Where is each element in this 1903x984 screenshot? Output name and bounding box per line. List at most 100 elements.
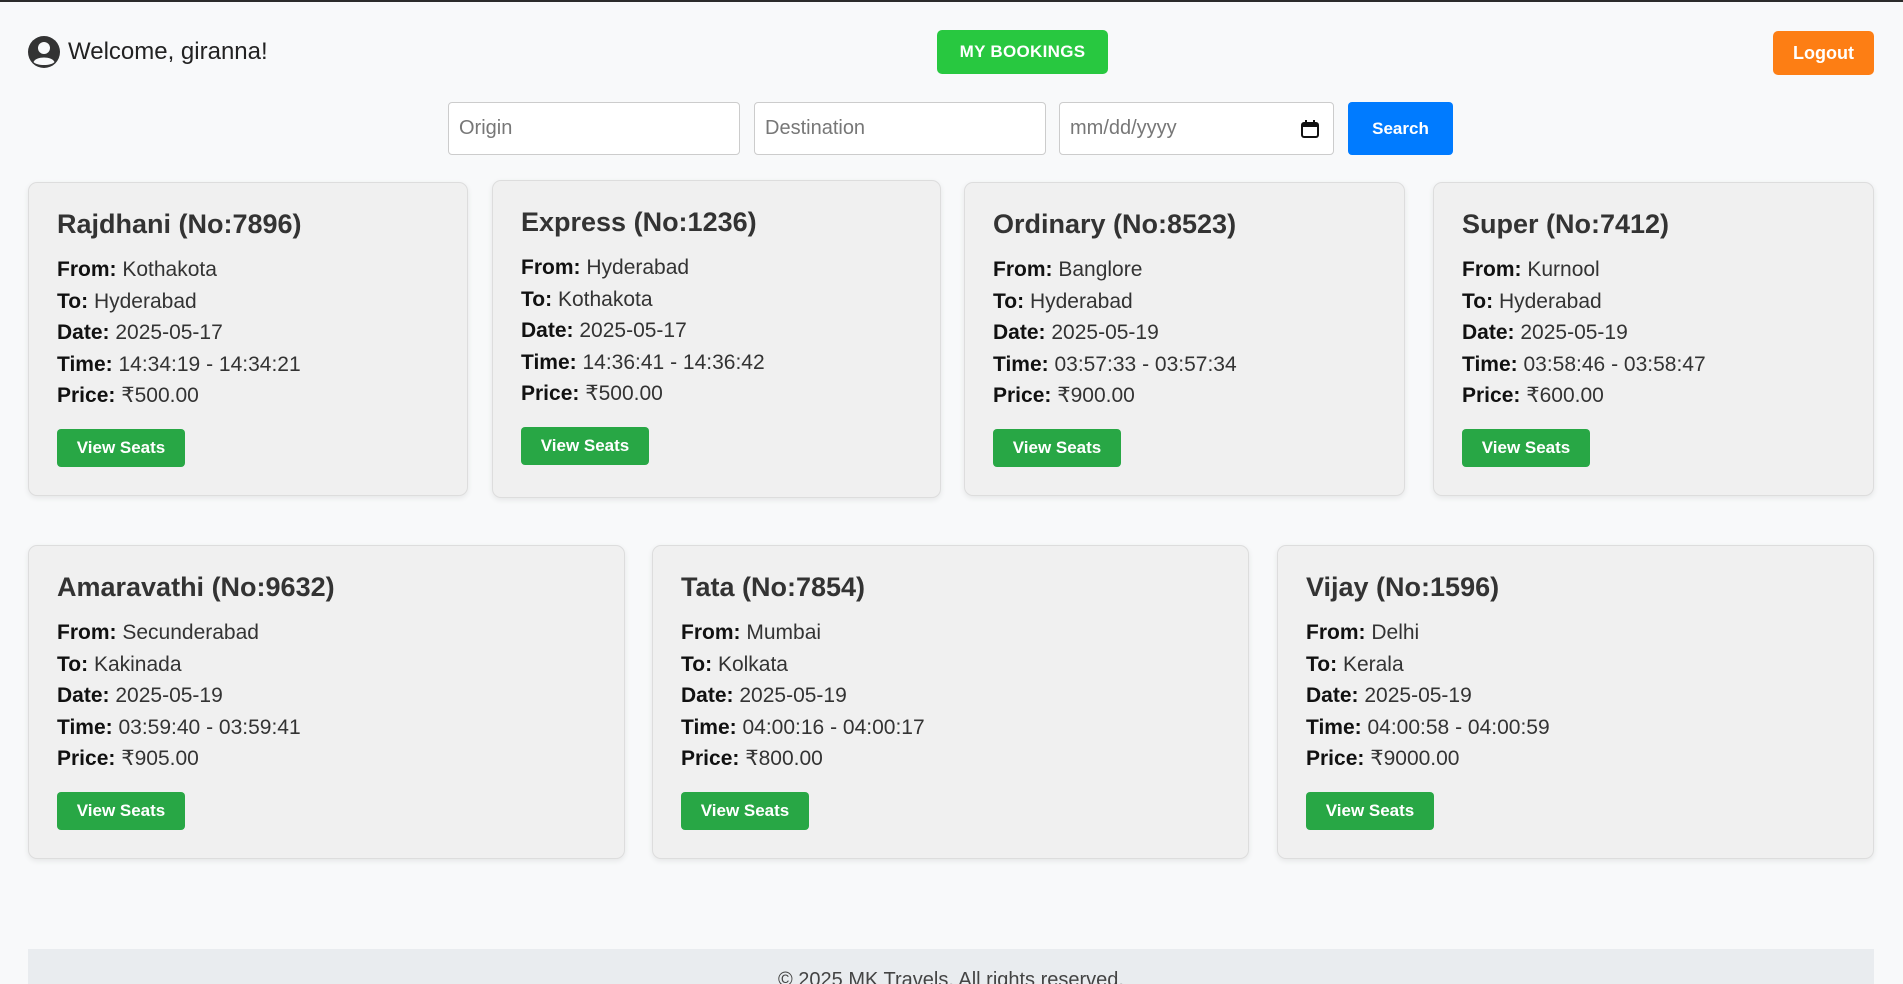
bus-to-row: To: Kolkata [681,649,1220,681]
welcome-text: Welcome, giranna! [68,38,268,65]
bus-from-row: From: Secunderabad [57,617,596,649]
bus-title: Super (No:7412) [1462,209,1670,239]
bus-date-label: Date: [993,321,1046,344]
bus-date-label: Date: [681,684,734,707]
bus-price-label: Price: [57,384,116,407]
bus-from-label: From: [57,621,117,644]
bus-card: Amaravathi (No:9632) From: Secunderabad To… [28,545,625,859]
view-seats-button[interactable]: View Seats [1462,428,1590,467]
bus-card: Vijay (No:1596) From: Delhi To: Kerala Date… [1277,545,1874,859]
bus-card: Ordinary (No:8523) From: Banglore To: Hyde… [964,182,1405,496]
bus-price-row: Price: ₹9000.00 [1306,743,1845,775]
bus-time-value: 04:00:16 - 04:00:17 [742,715,925,739]
bus-date-value: 2025-05-17 [579,319,687,342]
bus-from-row: From: Mumbai [681,617,1220,649]
bus-title: Ordinary (No:8523) [993,209,1237,239]
bus-price-value: ₹900.00 [1057,384,1135,407]
view-seats-button[interactable]: View Seats [681,791,809,830]
bus-date-value: 2025-05-19 [1364,684,1472,707]
bus-price-value: ₹500.00 [585,382,663,405]
date-input[interactable] [1059,102,1334,155]
bus-from-label: From: [993,258,1053,281]
view-seats-button[interactable]: View Seats [521,426,649,465]
bus-time-row: Time: 03:59:40 - 03:59:41 [57,712,596,744]
bus-time-label: Time: [521,350,577,374]
bus-to-label: To: [681,652,713,676]
bus-from-row: From: Kothakota [57,254,439,286]
bus-date-label: Date: [1306,684,1359,707]
bus-title: Amaravathi (No:9632) [57,572,335,602]
bus-to-value: Hyderabad [1498,289,1602,313]
bus-time-value: 03:57:33 - 03:57:34 [1054,352,1237,376]
bus-date-label: Date: [57,321,110,344]
bus-price-label: Price: [1306,747,1365,770]
search-button[interactable]: Search [1348,102,1453,155]
bus-price-row: Price: ₹500.00 [521,378,912,410]
welcome-area: Welcome, giranna! [28,36,268,68]
bus-from-row: From: Delhi [1306,617,1845,649]
bus-title: Tata (No:7854) [681,572,866,602]
view-seats-button[interactable]: View Seats [993,428,1121,467]
calendar-icon[interactable] [1300,119,1320,139]
destination-input[interactable] [754,102,1046,155]
origin-input[interactable] [448,102,740,155]
bus-title: Express (No:1236) [521,207,757,237]
bus-card: Rajdhani (No:7896) From: Kothakota To: Hyd… [28,182,468,496]
view-seats-button[interactable]: View Seats [1306,791,1434,830]
bus-date-row: Date: 2025-05-19 [57,680,596,712]
footer-text: © 2025 MK Travels. All rights reserved. [778,969,1124,984]
bus-time-label: Time: [57,715,113,739]
bus-time-row: Time: 03:58:46 - 03:58:47 [1462,349,1845,381]
bus-price-row: Price: ₹800.00 [681,743,1220,775]
bus-date-value: 2025-05-19 [739,684,847,707]
bus-to-label: To: [1462,289,1494,313]
bus-time-row: Time: 14:34:19 - 14:34:21 [57,349,439,381]
logout-button[interactable]: Logout [1773,31,1874,75]
bus-time-value: 04:00:58 - 04:00:59 [1367,715,1550,739]
bus-to-label: To: [57,289,89,313]
bus-price-label: Price: [681,747,740,770]
bus-price-row: Price: ₹600.00 [1462,380,1845,412]
bus-date-row: Date: 2025-05-19 [1462,317,1845,349]
bus-time-label: Time: [993,352,1049,376]
user-circle-icon [28,36,60,68]
bus-from-label: From: [521,256,581,279]
footer: © 2025 MK Travels. All rights reserved. [28,949,1874,984]
bus-price-row: Price: ₹905.00 [57,743,596,775]
view-seats-button[interactable]: View Seats [57,428,185,467]
bus-time-row: Time: 03:57:33 - 03:57:34 [993,349,1376,381]
bus-to-row: To: Hyderabad [993,286,1376,318]
top-header: Welcome, giranna! MY BOOKINGS Logout [0,2,1903,102]
bus-to-row: To: Hyderabad [1462,286,1845,318]
bus-card: Tata (No:7854) From: Mumbai To: Kolkata Dat… [652,545,1249,859]
bus-date-value: 2025-05-19 [1520,321,1628,344]
search-bar: Search [0,102,1903,156]
bus-to-value: Hyderabad [93,289,197,313]
bus-price-value: ₹800.00 [745,747,823,770]
bus-to-row: To: Kerala [1306,649,1845,681]
bus-to-label: To: [57,652,89,676]
bus-from-row: From: Banglore [993,254,1376,286]
bus-card: Super (No:7412) From: Kurnool To: Hyderaba… [1433,182,1874,496]
bus-time-label: Time: [681,715,737,739]
bus-date-row: Date: 2025-05-19 [1306,680,1845,712]
bus-from-label: From: [1462,258,1522,281]
bus-price-label: Price: [1462,384,1521,407]
bus-to-value: Kolkata [717,652,788,676]
bus-time-value: 03:59:40 - 03:59:41 [118,715,301,739]
view-seats-button[interactable]: View Seats [57,791,185,830]
bus-from-value: Kurnool [1527,258,1600,281]
bus-date-label: Date: [1462,321,1515,344]
bus-price-value: ₹600.00 [1526,384,1604,407]
bus-to-row: To: Kakinada [57,649,596,681]
bus-card: Express (No:1236) From: Hyderabad To: Koth… [492,180,941,498]
bus-from-value: Kothakota [122,258,217,281]
bus-date-value: 2025-05-19 [115,684,223,707]
bus-date-row: Date: 2025-05-17 [521,315,912,347]
bus-to-label: To: [521,287,553,311]
my-bookings-button[interactable]: MY BOOKINGS [937,30,1108,74]
bus-from-label: From: [1306,621,1366,644]
bus-price-label: Price: [993,384,1052,407]
bus-from-value: Delhi [1371,621,1420,644]
bus-from-value: Mumbai [746,621,822,644]
